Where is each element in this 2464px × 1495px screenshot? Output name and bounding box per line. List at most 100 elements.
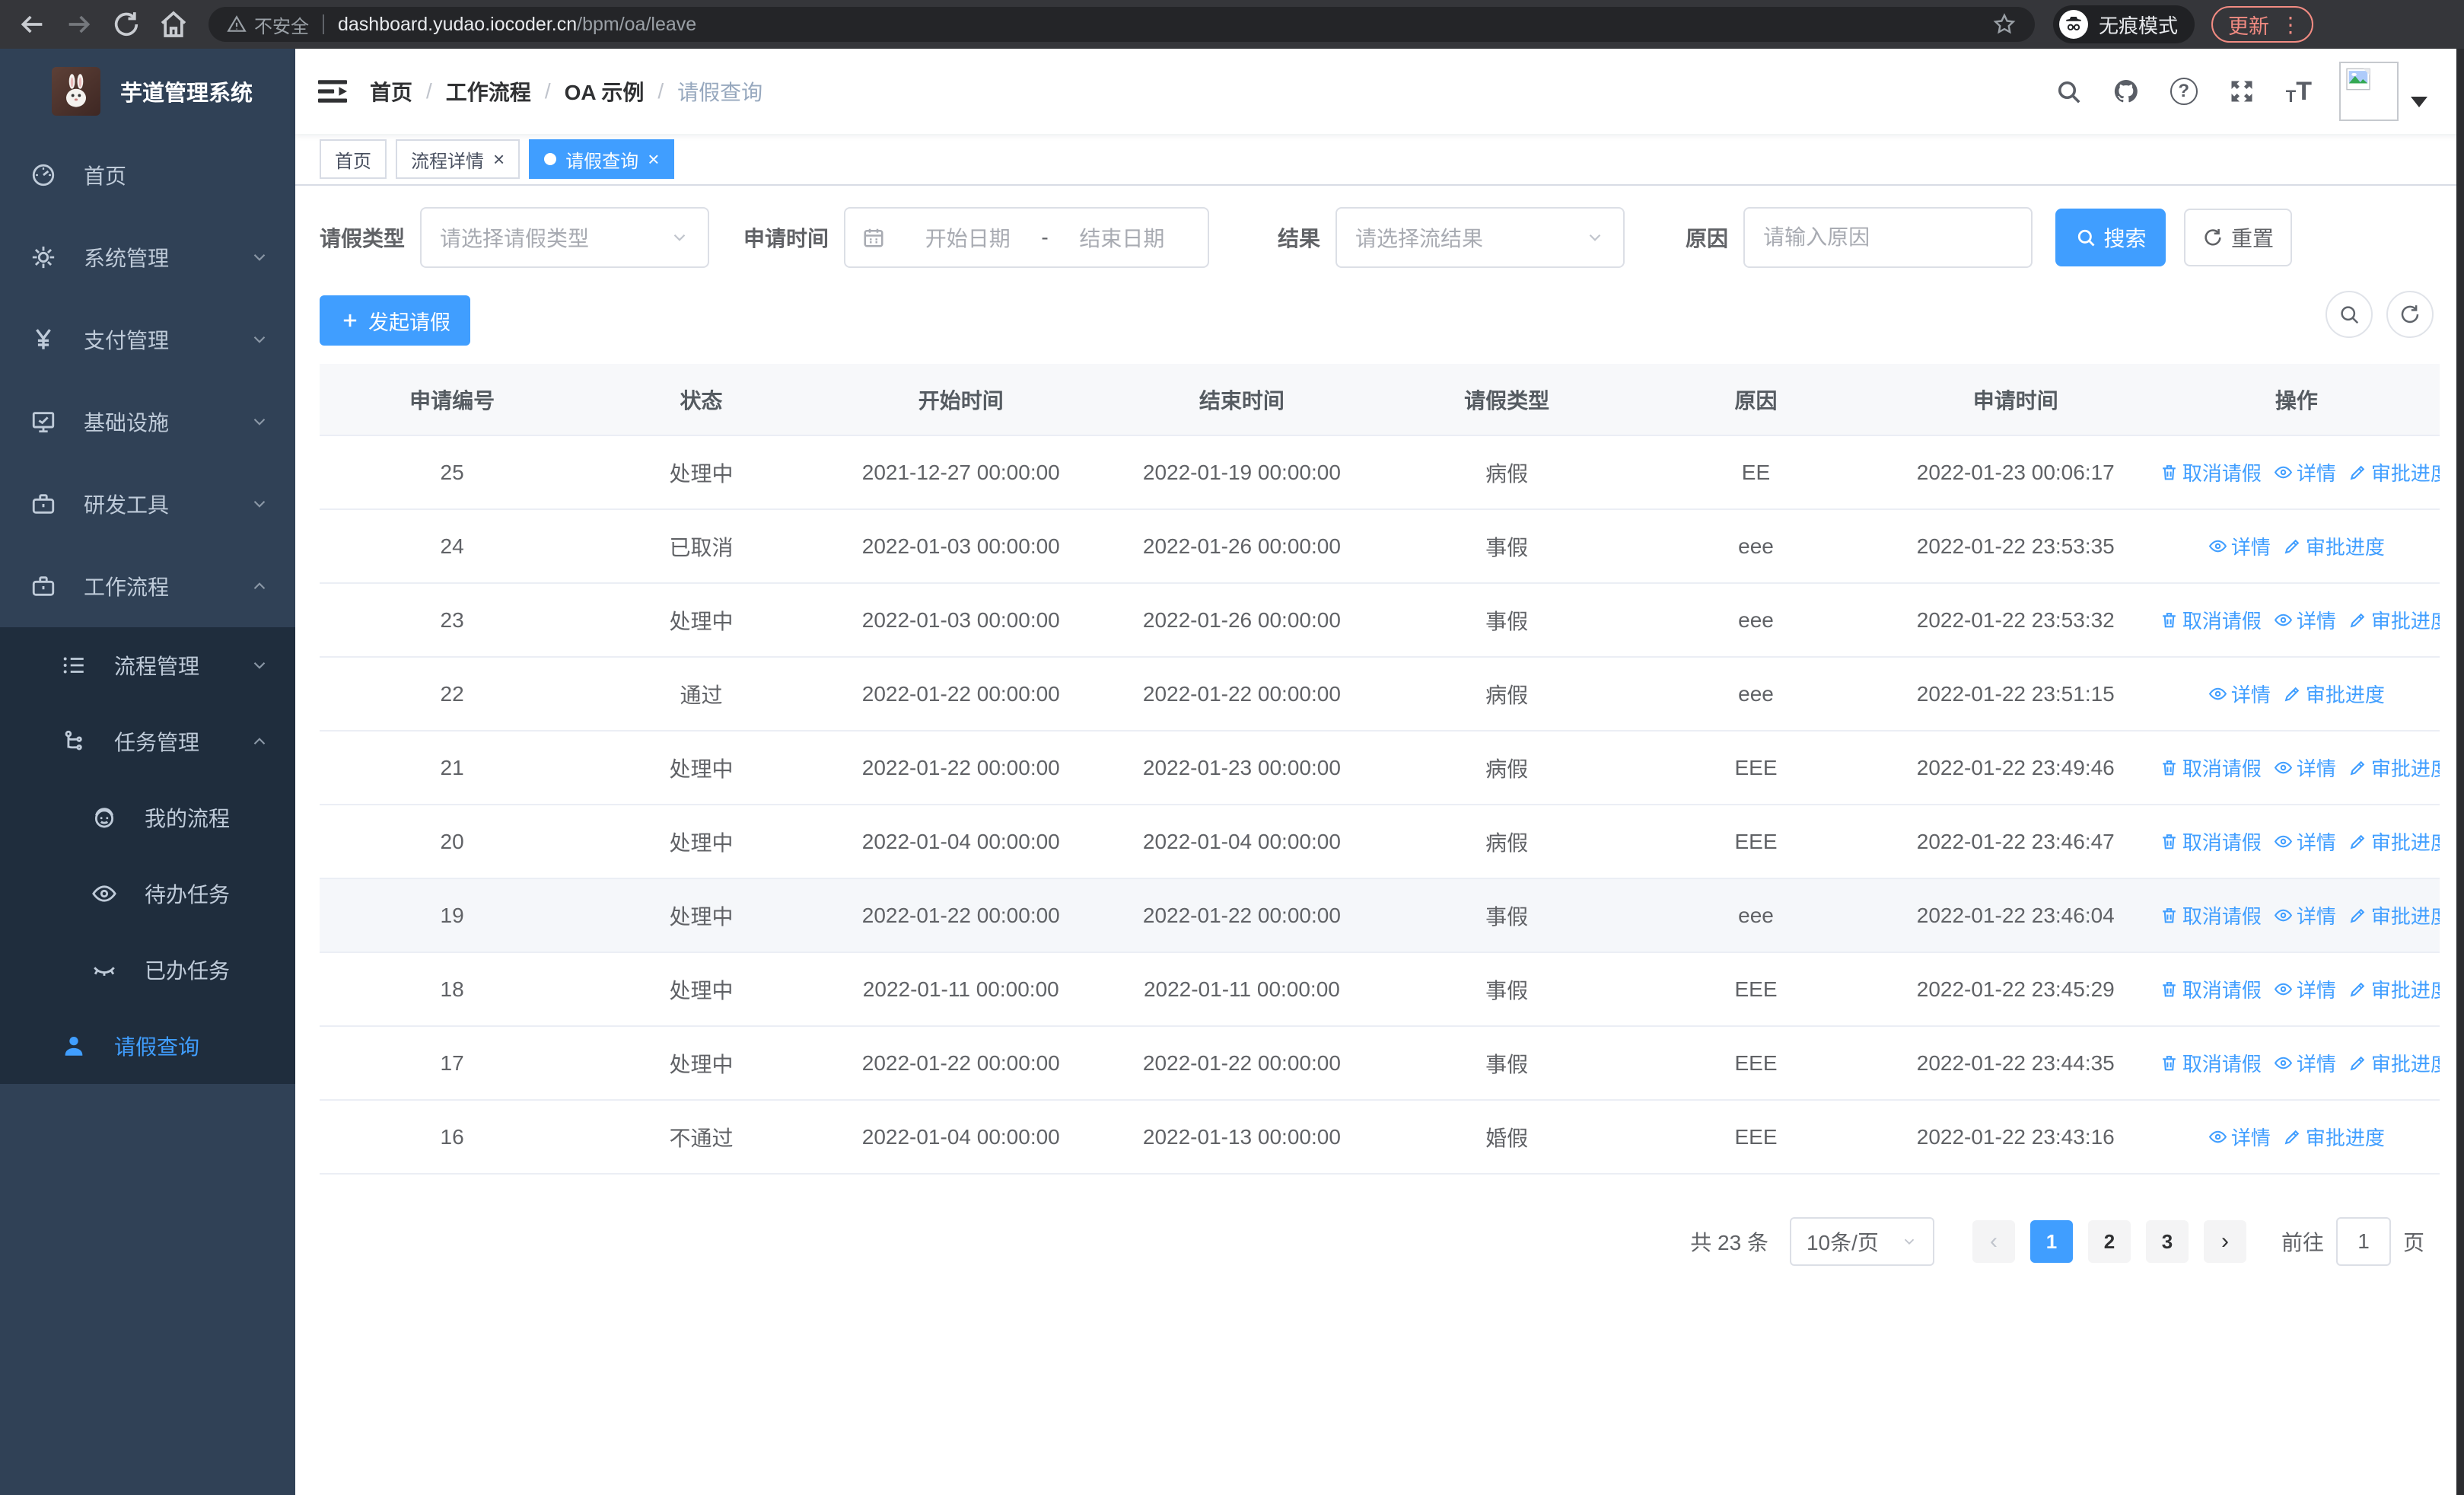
cancel-leave-link[interactable]: 取消请假	[2160, 754, 2262, 782]
leave-type-select[interactable]: 请选择请假类型	[420, 207, 710, 268]
table-search-button[interactable]	[2326, 291, 2373, 338]
cancel-leave-link[interactable]: 取消请假	[2160, 901, 2262, 929]
approval-progress-link[interactable]: 审批进度	[2283, 680, 2385, 708]
apply-time-range-picker[interactable]: 开始日期 - 结束日期	[844, 207, 1210, 268]
approval-progress-link[interactable]: 审批进度	[2283, 532, 2385, 560]
sidebar-item-payment-mgmt[interactable]: 支付管理	[0, 298, 295, 381]
create-leave-button[interactable]: 发起请假	[320, 295, 470, 346]
scrollbar[interactable]	[2456, 49, 2464, 1495]
tab-流程详情[interactable]: 流程详情 ×	[396, 139, 520, 179]
tags-view: 首页 流程详情 × 请假查询 ×	[295, 134, 2464, 186]
action-label: 详情	[2296, 1052, 2336, 1076]
goto-page-input[interactable]	[2335, 1217, 2391, 1266]
search-icon[interactable]	[2055, 78, 2082, 105]
url-bar[interactable]: 不安全 dashboard.yudao.iocoder.cn /bpm/oa/l…	[209, 7, 2035, 42]
detail-link[interactable]: 详情	[2208, 532, 2271, 560]
breadcrumb-item[interactable]: 工作流程	[446, 76, 531, 107]
sidebar-item-todo-tasks[interactable]: 待办任务	[0, 856, 295, 932]
sidebar-item-infrastructure[interactable]: 基础设施	[0, 381, 295, 463]
detail-link[interactable]: 详情	[2274, 827, 2336, 856]
approval-progress-link[interactable]: 审批进度	[2348, 827, 2440, 856]
forward-icon[interactable]	[64, 9, 94, 40]
cell-reason: eee	[1634, 583, 1878, 658]
delete-icon	[2160, 906, 2179, 925]
bookmark-star-icon[interactable]	[1992, 12, 2017, 37]
sidebar-item-dev-tools[interactable]: 研发工具	[0, 463, 295, 545]
sidebar-item-done-tasks[interactable]: 已办任务	[0, 932, 295, 1008]
sidebar-toggle-icon[interactable]	[318, 79, 347, 104]
table-row: 18 处理中 2022-01-11 00:00:00 2022-01-11 00:00…	[320, 952, 2440, 1027]
avatar[interactable]	[2339, 62, 2399, 121]
action-label: 详情	[2296, 978, 2336, 1002]
sidebar-item-leave-query[interactable]: 请假查询	[0, 1008, 295, 1084]
approval-progress-link[interactable]: 审批进度	[2348, 1049, 2440, 1077]
detail-link[interactable]: 详情	[2208, 1123, 2271, 1151]
github-icon[interactable]	[2112, 78, 2140, 105]
approval-progress-link[interactable]: 审批进度	[2348, 458, 2440, 486]
sidebar-item-workflow[interactable]: 工作流程	[0, 545, 295, 627]
briefcase-icon	[30, 491, 56, 517]
sidebar-item-task-mgmt[interactable]: 任务管理	[0, 703, 295, 779]
close-icon[interactable]: ×	[648, 149, 659, 169]
detail-link[interactable]: 详情	[2274, 754, 2336, 782]
result-select[interactable]: 请选择流结果	[1335, 207, 1625, 268]
start-date-input[interactable]: 开始日期	[899, 222, 1036, 253]
reason-input[interactable]	[1743, 207, 2033, 268]
reset-button[interactable]: 重置	[2184, 209, 2293, 266]
browser-menu-icon[interactable]: ⋮	[2280, 12, 2301, 37]
table-refresh-button[interactable]	[2386, 291, 2434, 338]
detail-link[interactable]: 详情	[2274, 901, 2336, 929]
sidebar-item-my-process[interactable]: 我的流程	[0, 779, 295, 856]
browser-update-button[interactable]: 更新 ⋮	[2211, 6, 2314, 43]
detail-link[interactable]: 详情	[2274, 606, 2336, 634]
detail-link[interactable]: 详情	[2274, 975, 2336, 1003]
action-label: 详情	[2296, 461, 2336, 485]
cancel-leave-link[interactable]: 取消请假	[2160, 975, 2262, 1003]
detail-link[interactable]: 详情	[2208, 680, 2271, 708]
sidebar-item-system-mgmt[interactable]: 系统管理	[0, 216, 295, 298]
approval-progress-link[interactable]: 审批进度	[2348, 606, 2440, 634]
app-logo[interactable]: 芋道管理系统	[0, 49, 295, 134]
cancel-leave-link[interactable]: 取消请假	[2160, 827, 2262, 856]
navbar-actions: ? TT	[2024, 49, 2427, 134]
tab-请假查询[interactable]: 请假查询 ×	[529, 139, 675, 179]
reload-icon[interactable]	[111, 9, 142, 40]
approval-progress-link[interactable]: 审批进度	[2348, 975, 2440, 1003]
view-icon	[2274, 758, 2293, 777]
sidebar-item-label: 任务管理	[114, 731, 200, 754]
page-button-2[interactable]: 2	[2087, 1220, 2131, 1263]
search-button[interactable]: 搜索	[2055, 209, 2166, 266]
home-icon[interactable]	[158, 9, 189, 40]
font-size-icon[interactable]: TT	[2286, 77, 2312, 107]
approval-progress-link[interactable]: 审批进度	[2283, 1123, 2385, 1151]
cancel-leave-link[interactable]: 取消请假	[2160, 1049, 2262, 1077]
page-button-1[interactable]: 1	[2029, 1220, 2073, 1263]
table-row: 19 处理中 2022-01-22 00:00:00 2022-01-22 00:00…	[320, 878, 2440, 953]
page-size-select[interactable]: 10条/页	[1789, 1217, 1934, 1266]
cancel-leave-link[interactable]: 取消请假	[2160, 606, 2262, 634]
avatar-dropdown-caret[interactable]	[2411, 97, 2427, 107]
cell-actions: 取消请假 详情 审批进度	[2153, 1026, 2440, 1101]
approval-progress-link[interactable]: 审批进度	[2348, 754, 2440, 782]
close-icon[interactable]: ×	[493, 149, 505, 169]
breadcrumb-item[interactable]: 首页	[370, 76, 412, 107]
page-button-3[interactable]: 3	[2145, 1220, 2189, 1263]
fullscreen-icon[interactable]	[2228, 78, 2255, 105]
help-icon[interactable]: ?	[2170, 78, 2198, 105]
tab-首页[interactable]: 首页	[320, 139, 387, 179]
breadcrumb-item[interactable]: OA 示例	[565, 76, 645, 107]
cell-applied: 2022-01-23 00:06:17	[1877, 435, 2154, 510]
detail-link[interactable]: 详情	[2274, 1049, 2336, 1077]
cell-applied: 2022-01-22 23:53:35	[1877, 509, 2154, 584]
cell-end: 2022-01-11 00:00:00	[1103, 952, 1380, 1027]
cell-type: 病假	[1379, 731, 1635, 805]
sidebar-item-process-mgmt[interactable]: 流程管理	[0, 627, 295, 703]
detail-link[interactable]: 详情	[2274, 458, 2336, 486]
sidebar-item-home[interactable]: 首页	[0, 134, 295, 216]
cell-start: 2021-12-27 00:00:00	[817, 435, 1104, 510]
cancel-leave-link[interactable]: 取消请假	[2160, 458, 2262, 486]
approval-progress-link[interactable]: 审批进度	[2348, 901, 2440, 929]
next-page-button[interactable]: ›	[2203, 1220, 2246, 1263]
back-icon[interactable]	[17, 9, 47, 40]
end-date-input[interactable]: 结束日期	[1053, 222, 1191, 253]
